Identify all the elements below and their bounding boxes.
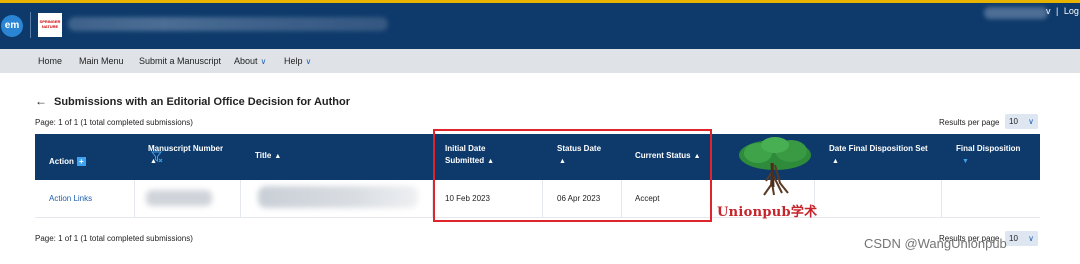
chevron-down-icon: ∨ (305, 57, 312, 66)
col-manuscript-number[interactable]: Manuscript Number ▲ (148, 143, 238, 168)
col-manuscript-number-label: Manuscript Number (148, 144, 224, 153)
results-per-page-value: 10 (1009, 117, 1018, 126)
journal-name-redacted (68, 17, 388, 31)
back-arrow-icon[interactable]: ← (35, 95, 47, 107)
tree-logo-icon (739, 137, 811, 196)
nav-submit-manuscript[interactable]: Submit a Manuscript (139, 56, 221, 66)
results-per-page-value-bottom: 10 (1009, 234, 1018, 243)
top-header: em SPRINGER NATURE v | Log (0, 0, 1080, 49)
main-nav: Home Main Menu Submit a Manuscript About… (0, 49, 1080, 73)
nav-submit-label: Submit a Manuscript (139, 56, 222, 66)
nav-about-label: About (234, 56, 258, 66)
nav-home[interactable]: Home (38, 56, 62, 66)
highlight-box (433, 129, 712, 222)
title-redacted (258, 186, 418, 208)
sort-up-icon[interactable]: ▲ (150, 156, 157, 168)
header-separator: | (1056, 6, 1059, 16)
user-menu[interactable]: v | Log (1046, 6, 1079, 16)
col-final-disposition[interactable]: Final Disposition ▼ (956, 143, 1036, 168)
cell-divider (240, 180, 241, 218)
add-icon[interactable]: + (76, 157, 86, 167)
results-per-page-label: Results per page (939, 118, 1000, 127)
col-date-final-disposition-set[interactable]: Date Final Disposition Set ▲ (829, 143, 929, 168)
chevron-down-icon: ∨ (1028, 117, 1034, 126)
results-per-page-select-bottom[interactable]: 10 ∨ (1005, 231, 1038, 246)
col-action-label: Action (49, 157, 74, 166)
journal-logo[interactable]: SPRINGER NATURE (38, 13, 62, 37)
unionpub-watermark: Unionpub学术 (717, 205, 818, 220)
nav-help-label: Help (284, 56, 303, 66)
sort-up-icon[interactable]: ▲ (832, 156, 839, 168)
chevron-down-icon[interactable]: v (1046, 6, 1051, 16)
cell-divider (134, 180, 135, 218)
csdn-watermark: CSDN @WangUnionpub (864, 236, 1007, 251)
results-per-page-select[interactable]: 10 ∨ (1005, 114, 1038, 129)
sort-down-icon[interactable]: ▼ (962, 156, 969, 168)
col-action[interactable]: Action + (49, 156, 86, 168)
user-name-redacted (984, 7, 1048, 19)
nav-help[interactable]: Help ∨ (284, 56, 311, 66)
col-final-disposition-label: Final Disposition (956, 144, 1021, 153)
sort-up-icon[interactable]: ▲ (274, 151, 281, 163)
header-accent-line (0, 0, 1080, 3)
page-info-bottom: Page: 1 of 1 (1 total completed submissi… (35, 234, 193, 243)
em-logo[interactable]: em (1, 15, 23, 37)
col-date-final-disposition-label: Date Final Disposition Set (829, 144, 928, 153)
col-title[interactable]: Title ▲ (255, 150, 281, 163)
page-info-top: Page: 1 of 1 (1 total completed submissi… (35, 118, 193, 127)
nav-home-label: Home (38, 56, 63, 66)
page-title: Submissions with an Editorial Office Dec… (54, 96, 351, 108)
cell-divider (941, 180, 942, 218)
manuscript-number-redacted (146, 190, 212, 206)
logout-link[interactable]: Log (1064, 6, 1079, 16)
nav-main-menu-label: Main Menu (79, 56, 124, 66)
nav-about[interactable]: About ∨ (234, 56, 266, 66)
chevron-down-icon: ∨ (1028, 234, 1034, 243)
chevron-down-icon: ∨ (260, 57, 267, 66)
nav-main-menu[interactable]: Main Menu (79, 56, 124, 66)
col-title-label: Title (255, 151, 272, 160)
action-links[interactable]: Action Links (49, 194, 92, 203)
header-divider (30, 12, 31, 38)
